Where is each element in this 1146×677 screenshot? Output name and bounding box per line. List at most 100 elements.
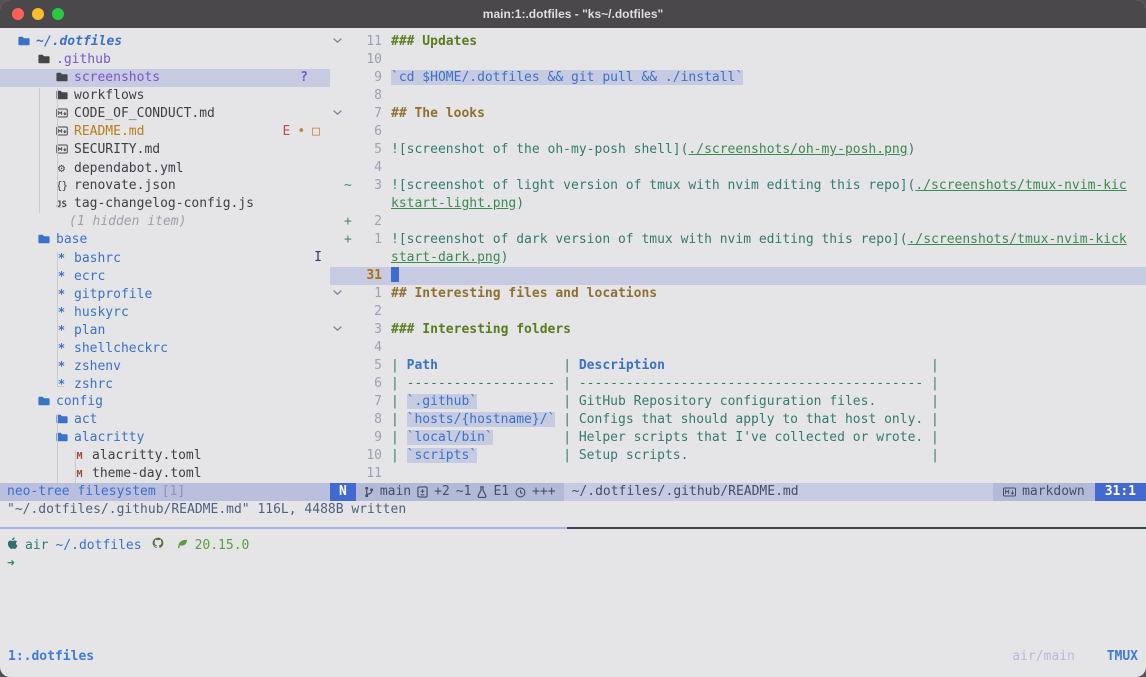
gutter-sign — [344, 159, 355, 177]
fold-marker[interactable] — [330, 285, 344, 303]
tmux-window-tab[interactable]: 1:.dotfiles — [8, 648, 94, 666]
line-number — [355, 195, 382, 213]
editor-line[interactable]: 8| `hosts/{hostname}/` | Configs that sh… — [330, 411, 1146, 429]
editor-line[interactable]: 6 — [330, 123, 1146, 141]
tree-item[interactable]: Malacritty.toml — [0, 447, 330, 465]
editor-line[interactable]: 4 — [330, 339, 1146, 357]
tree-item-label: ecrc — [74, 269, 105, 284]
tree-item[interactable]: workflows — [0, 87, 330, 105]
pane-separator-active — [0, 527, 567, 529]
tree-item[interactable]: README.mdE•□ — [0, 123, 330, 141]
tree-item-label: CODE_OF_CONDUCT.md — [74, 106, 215, 121]
folder-icon — [54, 69, 69, 87]
editor-line[interactable]: 9`cd $HOME/.dotfiles && git pull && ./in… — [330, 69, 1146, 87]
tree-item[interactable]: {}renovate.json — [0, 177, 330, 195]
editor-line[interactable]: 4 — [330, 159, 1146, 177]
tree-item-label: plan — [74, 323, 105, 338]
tree-item[interactable]: ~/.dotfiles — [0, 33, 330, 51]
tree-item[interactable]: act — [0, 411, 330, 429]
editor-line[interactable]: 11### Updates — [330, 33, 1146, 51]
diagnostics-count: E1 — [493, 483, 509, 501]
tree-item[interactable]: screenshots? — [0, 69, 330, 87]
ast-icon: * — [54, 321, 69, 340]
editor-line[interactable]: 3### Interesting folders — [330, 321, 1146, 339]
tree-item[interactable]: *bashrcI — [0, 249, 330, 267]
line-text: | `.github` | GitHub Repository configur… — [391, 393, 939, 411]
statusline-filepath: ~/.dotfiles/.github/README.md — [564, 483, 993, 501]
syntax-segment: | — [477, 448, 579, 463]
editor-line[interactable]: 7## The looks — [330, 105, 1146, 123]
tree-item[interactable]: JStag-changelog-config.js — [0, 195, 330, 213]
git-status-marks: ? — [300, 69, 308, 87]
syntax-segment: ## Interesting files and locations — [391, 286, 657, 301]
tree-item[interactable]: *zshenv — [0, 357, 330, 375]
line-text: ### Interesting folders — [391, 321, 571, 339]
editor-line[interactable]: 7| `.github` | GitHub Repository configu… — [330, 393, 1146, 411]
editor-line[interactable]: kstart-light.png) — [330, 195, 1146, 213]
line-number: 10 — [355, 447, 382, 465]
zoom-button[interactable] — [52, 8, 64, 20]
editor-line[interactable]: start-dark.png) — [330, 249, 1146, 267]
gutter-sign — [344, 303, 355, 321]
tree-item[interactable]: *shellcheckrc — [0, 339, 330, 357]
editor-line[interactable]: 11 — [330, 465, 1146, 483]
tree-item[interactable]: (1 hidden item) — [0, 213, 330, 231]
syntax-segment: | ------------------- | ----------------… — [391, 376, 939, 391]
editor-line[interactable]: 10| `scripts` | Setup scripts. | — [330, 447, 1146, 465]
editor-line[interactable]: 31 — [330, 267, 1146, 285]
tree-item[interactable]: SECURITY.md — [0, 141, 330, 159]
git-status-mark: ? — [300, 69, 308, 87]
neotree-sidebar[interactable]: ~/.dotfiles.githubscreenshots?workflowsC… — [0, 28, 330, 483]
gutter-sign — [344, 429, 355, 447]
editor-line[interactable]: +1![screenshot of dark version of tmux w… — [330, 231, 1146, 249]
editor-line[interactable]: 1## Interesting files and locations — [330, 285, 1146, 303]
editor-line[interactable]: ~3![screenshot of light version of tmux … — [330, 177, 1146, 195]
gutter-sign — [344, 195, 355, 213]
tree-item[interactable]: *gitprofile — [0, 285, 330, 303]
editor-line[interactable]: 6| ------------------- | ---------------… — [330, 375, 1146, 393]
gear-icon: ⚙ — [54, 159, 69, 178]
editor-buffer[interactable]: 11### Updates109`cd $HOME/.dotfiles && g… — [330, 28, 1146, 483]
editor-line[interactable]: 10 — [330, 51, 1146, 69]
git-branch-icon — [364, 486, 374, 498]
tree-item-label: (1 hidden item) — [69, 214, 186, 229]
prompt-path: ~/.dotfiles — [55, 537, 141, 555]
tree-item[interactable]: *zshrc — [0, 375, 330, 393]
tree-item[interactable]: .github — [0, 51, 330, 69]
tree-item[interactable]: alacritty — [0, 429, 330, 447]
tree-item[interactable]: Mtheme-day.toml — [0, 465, 330, 483]
minimize-button[interactable] — [32, 8, 44, 20]
folder-icon — [36, 393, 51, 411]
editor-line[interactable]: 5![screenshot of the oh-my-posh shell](.… — [330, 141, 1146, 159]
tree-item[interactable]: *huskyrc — [0, 303, 330, 321]
git-status-mark: • — [297, 123, 305, 141]
line-number: 6 — [355, 123, 382, 141]
statusline-git-info: main +2 ~1 E1 +++ — [356, 483, 564, 501]
syntax-segment: kstart-light.png — [391, 196, 516, 211]
editor-line[interactable]: 9| `local/bin` | Helper scripts that I'v… — [330, 429, 1146, 447]
tree-item[interactable]: * plan — [0, 321, 330, 339]
editor-line[interactable]: 8 — [330, 87, 1146, 105]
syntax-segment: | — [391, 448, 407, 463]
fold-marker[interactable] — [330, 33, 344, 51]
toml-icon: M — [72, 447, 87, 466]
tree-item[interactable]: *ecrc — [0, 267, 330, 285]
gutter-sign — [344, 51, 355, 69]
editor-line[interactable]: 5| Path | Description | — [330, 357, 1146, 375]
vim-message-line: "~/.dotfiles/.github/README.md" 116L, 44… — [0, 501, 1146, 519]
apple-icon — [7, 537, 18, 556]
line-number: 10 — [355, 51, 382, 69]
fold-marker[interactable] — [330, 321, 344, 339]
close-button[interactable] — [12, 8, 24, 20]
syntax-segment: Configs that should apply to that host o… — [579, 412, 923, 427]
fold-marker[interactable] — [330, 105, 344, 123]
tree-item[interactable]: config — [0, 393, 330, 411]
folder-icon — [36, 231, 51, 249]
editor-line[interactable]: 2 — [330, 303, 1146, 321]
editor-line[interactable]: +2 — [330, 213, 1146, 231]
tree-item[interactable]: CODE_OF_CONDUCT.md — [0, 105, 330, 123]
tree-item[interactable]: ⚙dependabot.yml — [0, 159, 330, 177]
ast-icon: * — [54, 375, 69, 394]
tree-item[interactable]: base — [0, 231, 330, 249]
shell-prompt[interactable]: air ~/.dotfiles 20.15.0 ➜ — [0, 537, 1146, 573]
